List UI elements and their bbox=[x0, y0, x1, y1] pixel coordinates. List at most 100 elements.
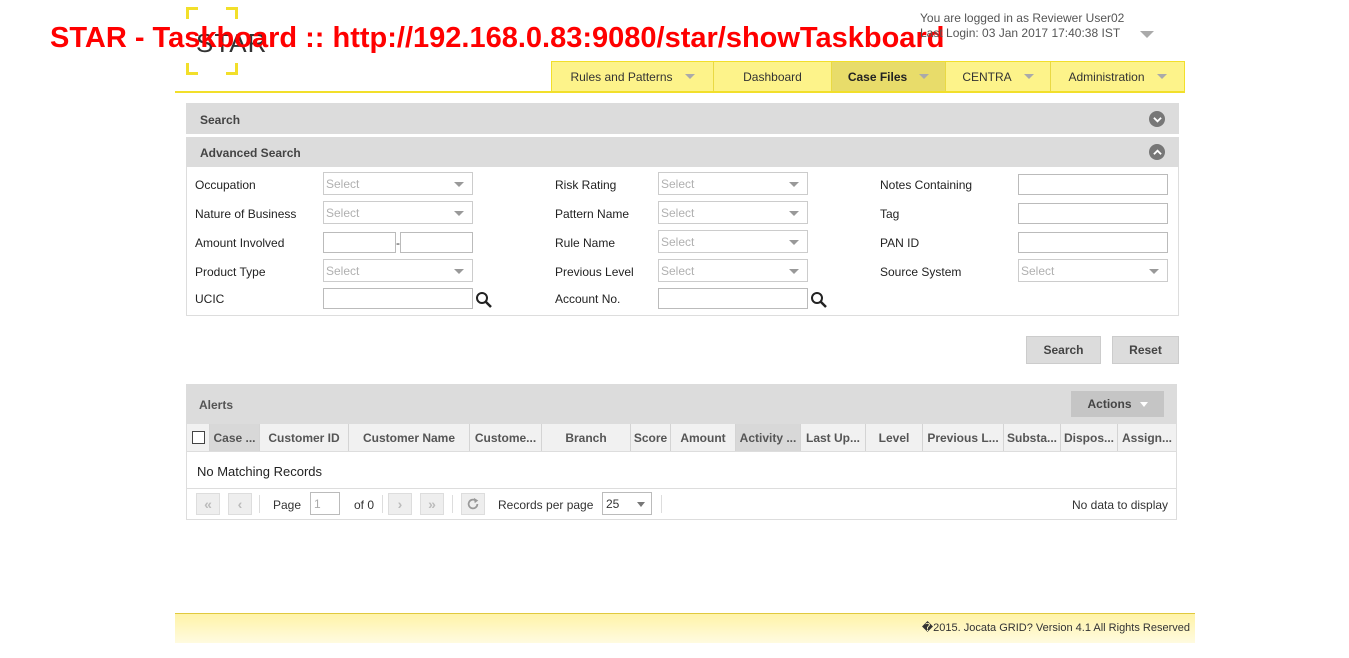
pan-id-label: PAN ID bbox=[880, 236, 920, 250]
search-panel-header[interactable]: Search bbox=[186, 103, 1179, 134]
records-per-page-label: Records per page bbox=[498, 498, 594, 512]
page-title: STAR - Taskboard :: http://192.168.0.83:… bbox=[50, 22, 945, 54]
column-header[interactable]: Case ... bbox=[210, 424, 260, 451]
search-button[interactable]: Search bbox=[1026, 336, 1101, 364]
refresh-icon[interactable] bbox=[461, 493, 485, 515]
select-placeholder: Select bbox=[661, 235, 695, 249]
column-header[interactable]: Previous L... bbox=[923, 424, 1004, 451]
copyright: �2015. Jocata GRID? Version 4.1 All Righ… bbox=[921, 622, 1190, 634]
footer: �2015. Jocata GRID? Version 4.1 All Righ… bbox=[175, 613, 1195, 643]
next-page-icon[interactable]: › bbox=[388, 493, 412, 515]
chevron-up-icon[interactable] bbox=[1149, 144, 1165, 160]
select-all-checkbox-cell[interactable] bbox=[187, 424, 210, 451]
column-header[interactable]: Substa... bbox=[1004, 424, 1061, 451]
select-placeholder: Select bbox=[326, 177, 360, 191]
actions-button[interactable]: Actions bbox=[1071, 391, 1164, 417]
chevron-down-icon[interactable] bbox=[1149, 111, 1165, 127]
column-header[interactable]: Score bbox=[631, 424, 671, 451]
advanced-search-title: Advanced Search bbox=[200, 146, 301, 160]
logged-in-user: You are logged in as Reviewer User02 bbox=[920, 11, 1125, 25]
divider bbox=[452, 495, 453, 513]
account-no-input[interactable] bbox=[658, 288, 808, 309]
user-menu-chevron-down-icon[interactable] bbox=[1140, 31, 1154, 38]
actions-label: Actions bbox=[1087, 397, 1132, 411]
divider bbox=[661, 495, 662, 513]
records-per-page-select[interactable]: 25 bbox=[602, 492, 652, 515]
previous-level-label: Previous Level bbox=[555, 265, 634, 279]
select-placeholder: Select bbox=[326, 264, 360, 278]
chevron-down-icon bbox=[919, 74, 930, 79]
nav-centra[interactable]: CENTRA bbox=[946, 62, 1051, 91]
chevron-down-icon bbox=[1023, 74, 1034, 79]
select-placeholder: Select bbox=[661, 264, 695, 278]
product-type-select[interactable]: Select bbox=[323, 259, 473, 282]
pan-id-input[interactable] bbox=[1018, 232, 1168, 253]
first-page-icon[interactable]: « bbox=[196, 493, 220, 515]
column-header[interactable]: Customer Name bbox=[349, 424, 470, 451]
tag-input[interactable] bbox=[1018, 203, 1168, 224]
column-header[interactable]: Level bbox=[866, 424, 923, 451]
select-placeholder: Select bbox=[661, 206, 695, 220]
nav-dashboard[interactable]: Dashboard bbox=[714, 62, 832, 91]
divider bbox=[259, 495, 260, 513]
pager-status: No data to display bbox=[1072, 498, 1169, 512]
alerts-grid-header: Case ... Customer ID Customer Name Custo… bbox=[186, 424, 1177, 452]
pattern-name-select[interactable]: Select bbox=[658, 201, 808, 224]
advanced-search-header[interactable]: Advanced Search bbox=[186, 137, 1179, 167]
nav-rules-and-patterns[interactable]: Rules and Patterns bbox=[552, 62, 714, 91]
reset-button[interactable]: Reset bbox=[1112, 336, 1179, 364]
page-number-input[interactable]: 1 bbox=[310, 492, 340, 515]
column-header[interactable]: Custome... bbox=[470, 424, 542, 451]
select-placeholder: Select bbox=[326, 206, 360, 220]
last-page-icon[interactable]: » bbox=[420, 493, 444, 515]
user-info: You are logged in as Reviewer User02 Las… bbox=[920, 11, 1154, 41]
account-no-label: Account No. bbox=[555, 292, 621, 306]
column-header[interactable]: Assign... bbox=[1118, 424, 1176, 451]
search-icon[interactable] bbox=[810, 291, 828, 309]
prev-page-icon[interactable]: ‹ bbox=[228, 493, 252, 515]
column-header[interactable]: Amount bbox=[671, 424, 736, 451]
amount-from-input[interactable] bbox=[323, 232, 396, 253]
nav-label: Administration bbox=[1068, 69, 1145, 84]
source-system-select[interactable]: Select bbox=[1018, 259, 1168, 282]
column-header[interactable]: Last Up... bbox=[801, 424, 866, 451]
amount-to-input[interactable] bbox=[400, 232, 473, 253]
chevron-down-icon bbox=[1156, 74, 1167, 79]
main-nav: Rules and Patterns Dashboard Case Files … bbox=[551, 61, 1185, 92]
nav-administration[interactable]: Administration bbox=[1051, 62, 1184, 91]
rule-name-label: Rule Name bbox=[555, 236, 616, 250]
occupation-select[interactable]: Select bbox=[323, 172, 473, 195]
source-system-label: Source System bbox=[880, 265, 962, 279]
column-header[interactable]: Branch bbox=[542, 424, 631, 451]
column-header[interactable]: Dispos... bbox=[1061, 424, 1118, 451]
nav-label: CENTRA bbox=[962, 69, 1012, 84]
rule-name-select[interactable]: Select bbox=[658, 230, 808, 253]
page-label: Page bbox=[273, 498, 302, 512]
nature-of-business-label: Nature of Business bbox=[195, 207, 297, 221]
alerts-title: Alerts bbox=[199, 398, 234, 412]
nav-case-files[interactable]: Case Files bbox=[832, 62, 946, 91]
occupation-label: Occupation bbox=[195, 178, 256, 192]
column-header[interactable]: Activity ... bbox=[736, 424, 801, 451]
pager: « ‹ Page 1 of 0 › » Records per page 25 … bbox=[186, 489, 1177, 520]
pattern-name-label: Pattern Name bbox=[555, 207, 630, 221]
amount-involved-label: Amount Involved bbox=[195, 236, 285, 250]
ucic-label: UCIC bbox=[195, 292, 225, 306]
nav-label: Rules and Patterns bbox=[570, 69, 673, 84]
search-panel-title: Search bbox=[200, 113, 241, 127]
select-placeholder: Select bbox=[1021, 264, 1055, 278]
alerts-header: Alerts Actions bbox=[186, 384, 1177, 424]
risk-rating-select[interactable]: Select bbox=[658, 172, 808, 195]
empty-message: No Matching Records bbox=[197, 464, 322, 479]
page-count: of 0 bbox=[354, 498, 375, 512]
ucic-input[interactable] bbox=[323, 288, 473, 309]
previous-level-select[interactable]: Select bbox=[658, 259, 808, 282]
notes-containing-input[interactable] bbox=[1018, 174, 1168, 195]
nav-label: Dashboard bbox=[743, 69, 802, 84]
column-header[interactable]: Customer ID bbox=[260, 424, 349, 451]
search-icon[interactable] bbox=[475, 291, 493, 309]
risk-rating-label: Risk Rating bbox=[555, 178, 617, 192]
chevron-down-icon bbox=[684, 74, 695, 79]
select-all-checkbox[interactable] bbox=[191, 431, 205, 444]
nature-of-business-select[interactable]: Select bbox=[323, 201, 473, 224]
